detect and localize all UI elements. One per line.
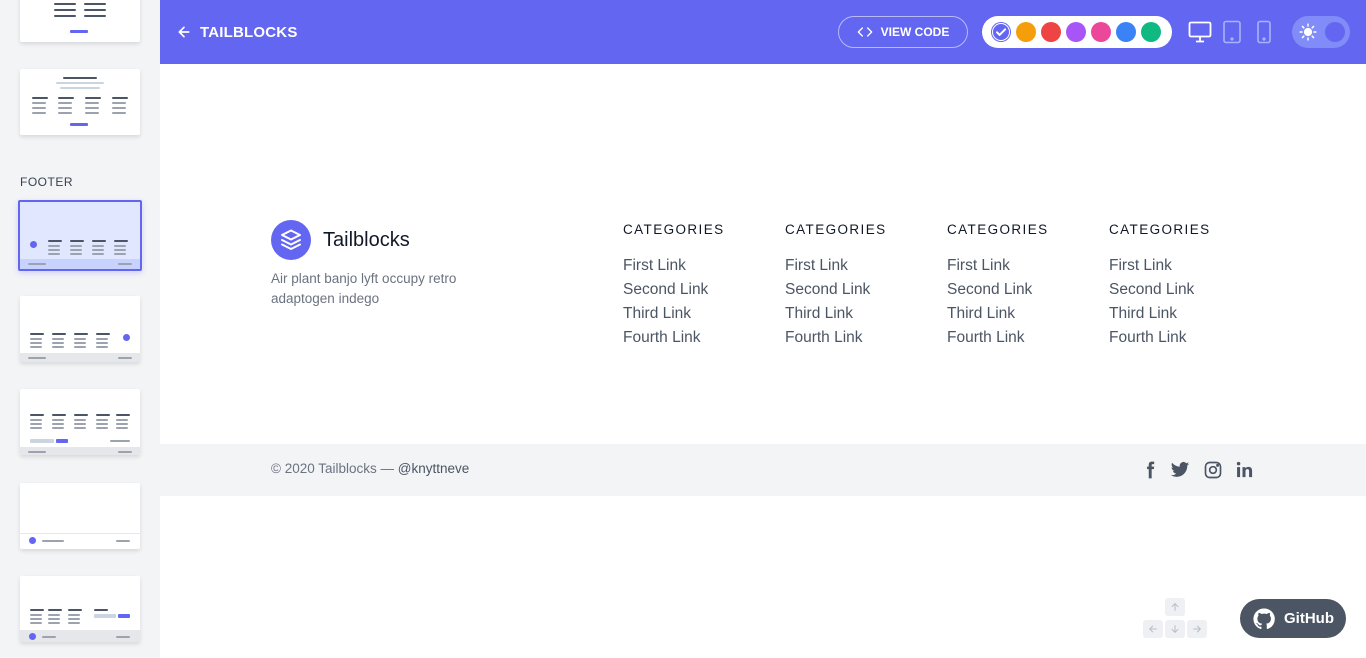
view-code-label: VIEW CODE bbox=[880, 25, 950, 39]
footer-link[interactable]: Fourth Link bbox=[1109, 326, 1249, 350]
arrow-right-button[interactable] bbox=[1187, 620, 1207, 638]
code-icon bbox=[857, 27, 872, 37]
github-icon bbox=[1253, 607, 1275, 629]
facebook-icon[interactable] bbox=[1140, 460, 1160, 480]
footer-link[interactable]: Fourth Link bbox=[623, 326, 763, 350]
color-swatch-red[interactable] bbox=[1041, 22, 1061, 42]
column-title: CATEGORIES bbox=[785, 222, 887, 237]
footer-link[interactable]: Second Link bbox=[947, 278, 1087, 302]
link-column: CATEGORIES First Link Second Link Third Lin… bbox=[1109, 222, 1249, 350]
arrow-up-button[interactable] bbox=[1165, 598, 1185, 616]
column-title: CATEGORIES bbox=[623, 222, 725, 237]
block-thumbnail-footer-b[interactable] bbox=[20, 296, 140, 362]
github-button[interactable]: GitHub bbox=[1240, 599, 1346, 638]
block-sidebar: FOOTER bbox=[0, 0, 160, 658]
link-column: CATEGORIES First Link Second Link Third Lin… bbox=[623, 222, 763, 350]
arrow-right-icon bbox=[1193, 625, 1202, 633]
instagram-icon[interactable] bbox=[1203, 460, 1223, 480]
footer-bottom-bar: © 2020 Tailblocks — @knyttneve bbox=[160, 444, 1366, 496]
layers-icon bbox=[281, 229, 301, 250]
block-thumbnail-footer-e[interactable] bbox=[20, 576, 140, 642]
footer-brand[interactable]: Tailblocks bbox=[271, 220, 410, 260]
block-thumbnail-footer-d[interactable] bbox=[20, 483, 140, 549]
color-palette bbox=[982, 16, 1172, 48]
copyright-label: © 2020 Tailblocks — bbox=[271, 461, 395, 476]
footer-link[interactable]: Third Link bbox=[785, 302, 925, 326]
footer-link[interactable]: Fourth Link bbox=[785, 326, 925, 350]
block-thumbnail-pricing-b[interactable] bbox=[20, 69, 140, 135]
color-swatch-yellow[interactable] bbox=[1016, 22, 1036, 42]
footer-link[interactable]: Second Link bbox=[1109, 278, 1249, 302]
color-swatch-pink[interactable] bbox=[1091, 22, 1111, 42]
view-code-button[interactable]: VIEW CODE bbox=[838, 16, 968, 48]
color-swatch-purple[interactable] bbox=[1066, 22, 1086, 42]
toggle-knob bbox=[1325, 22, 1345, 42]
sun-icon bbox=[1299, 23, 1317, 41]
link-column: CATEGORIES First Link Second Link Third Lin… bbox=[785, 222, 925, 350]
footer-link[interactable]: First Link bbox=[1109, 254, 1249, 278]
app-title: TAILBLOCKS bbox=[200, 23, 298, 41]
author-handle-link[interactable]: @knyttneve bbox=[398, 461, 470, 476]
color-swatch-blue[interactable] bbox=[1116, 22, 1136, 42]
brand-name: Tailblocks bbox=[323, 228, 410, 251]
color-swatch-green[interactable] bbox=[1141, 22, 1161, 42]
top-header: TAILBLOCKS VIEW CODE bbox=[160, 0, 1366, 64]
arrow-up-icon bbox=[1171, 602, 1179, 611]
column-title: CATEGORIES bbox=[947, 222, 1049, 237]
footer-link[interactable]: Third Link bbox=[623, 302, 763, 326]
theme-toggle[interactable] bbox=[1292, 16, 1350, 48]
footer-link[interactable]: Second Link bbox=[785, 278, 925, 302]
block-thumbnail-footer-a[interactable] bbox=[18, 200, 142, 271]
footer-link[interactable]: First Link bbox=[785, 254, 925, 278]
desktop-icon[interactable] bbox=[1188, 21, 1212, 43]
twitter-icon[interactable] bbox=[1170, 460, 1190, 480]
block-thumbnail-footer-c[interactable] bbox=[20, 389, 140, 455]
tablet-icon[interactable] bbox=[1222, 20, 1242, 44]
brand-description: Air plant banjo lyft occupy retro adapto… bbox=[271, 271, 457, 306]
block-thumbnail-pricing-a[interactable] bbox=[20, 0, 140, 42]
arrow-left-icon bbox=[178, 26, 190, 38]
arrow-left-icon bbox=[1148, 625, 1157, 633]
sidebar-section-label: FOOTER bbox=[20, 175, 73, 189]
footer-link[interactable]: Third Link bbox=[1109, 302, 1249, 326]
column-title: CATEGORIES bbox=[1109, 222, 1211, 237]
arrow-left-button[interactable] bbox=[1143, 620, 1163, 638]
copyright-text: © 2020 Tailblocks — @knyttneve bbox=[271, 461, 469, 476]
check-icon bbox=[992, 23, 1010, 41]
footer-link[interactable]: Third Link bbox=[947, 302, 1087, 326]
github-label: GitHub bbox=[1284, 610, 1334, 627]
brand-logo bbox=[271, 220, 311, 260]
footer-link[interactable]: First Link bbox=[623, 254, 763, 278]
phone-icon[interactable] bbox=[1256, 20, 1272, 44]
arrow-down-button[interactable] bbox=[1165, 620, 1185, 638]
linkedin-icon[interactable] bbox=[1235, 460, 1255, 480]
color-swatch-indigo[interactable] bbox=[991, 22, 1011, 42]
footer-link[interactable]: First Link bbox=[947, 254, 1087, 278]
link-column: CATEGORIES First Link Second Link Third Lin… bbox=[947, 222, 1087, 350]
footer-link[interactable]: Fourth Link bbox=[947, 326, 1087, 350]
footer-link[interactable]: Second Link bbox=[623, 278, 763, 302]
arrow-down-icon bbox=[1171, 625, 1179, 634]
back-button[interactable]: TAILBLOCKS bbox=[176, 0, 298, 64]
